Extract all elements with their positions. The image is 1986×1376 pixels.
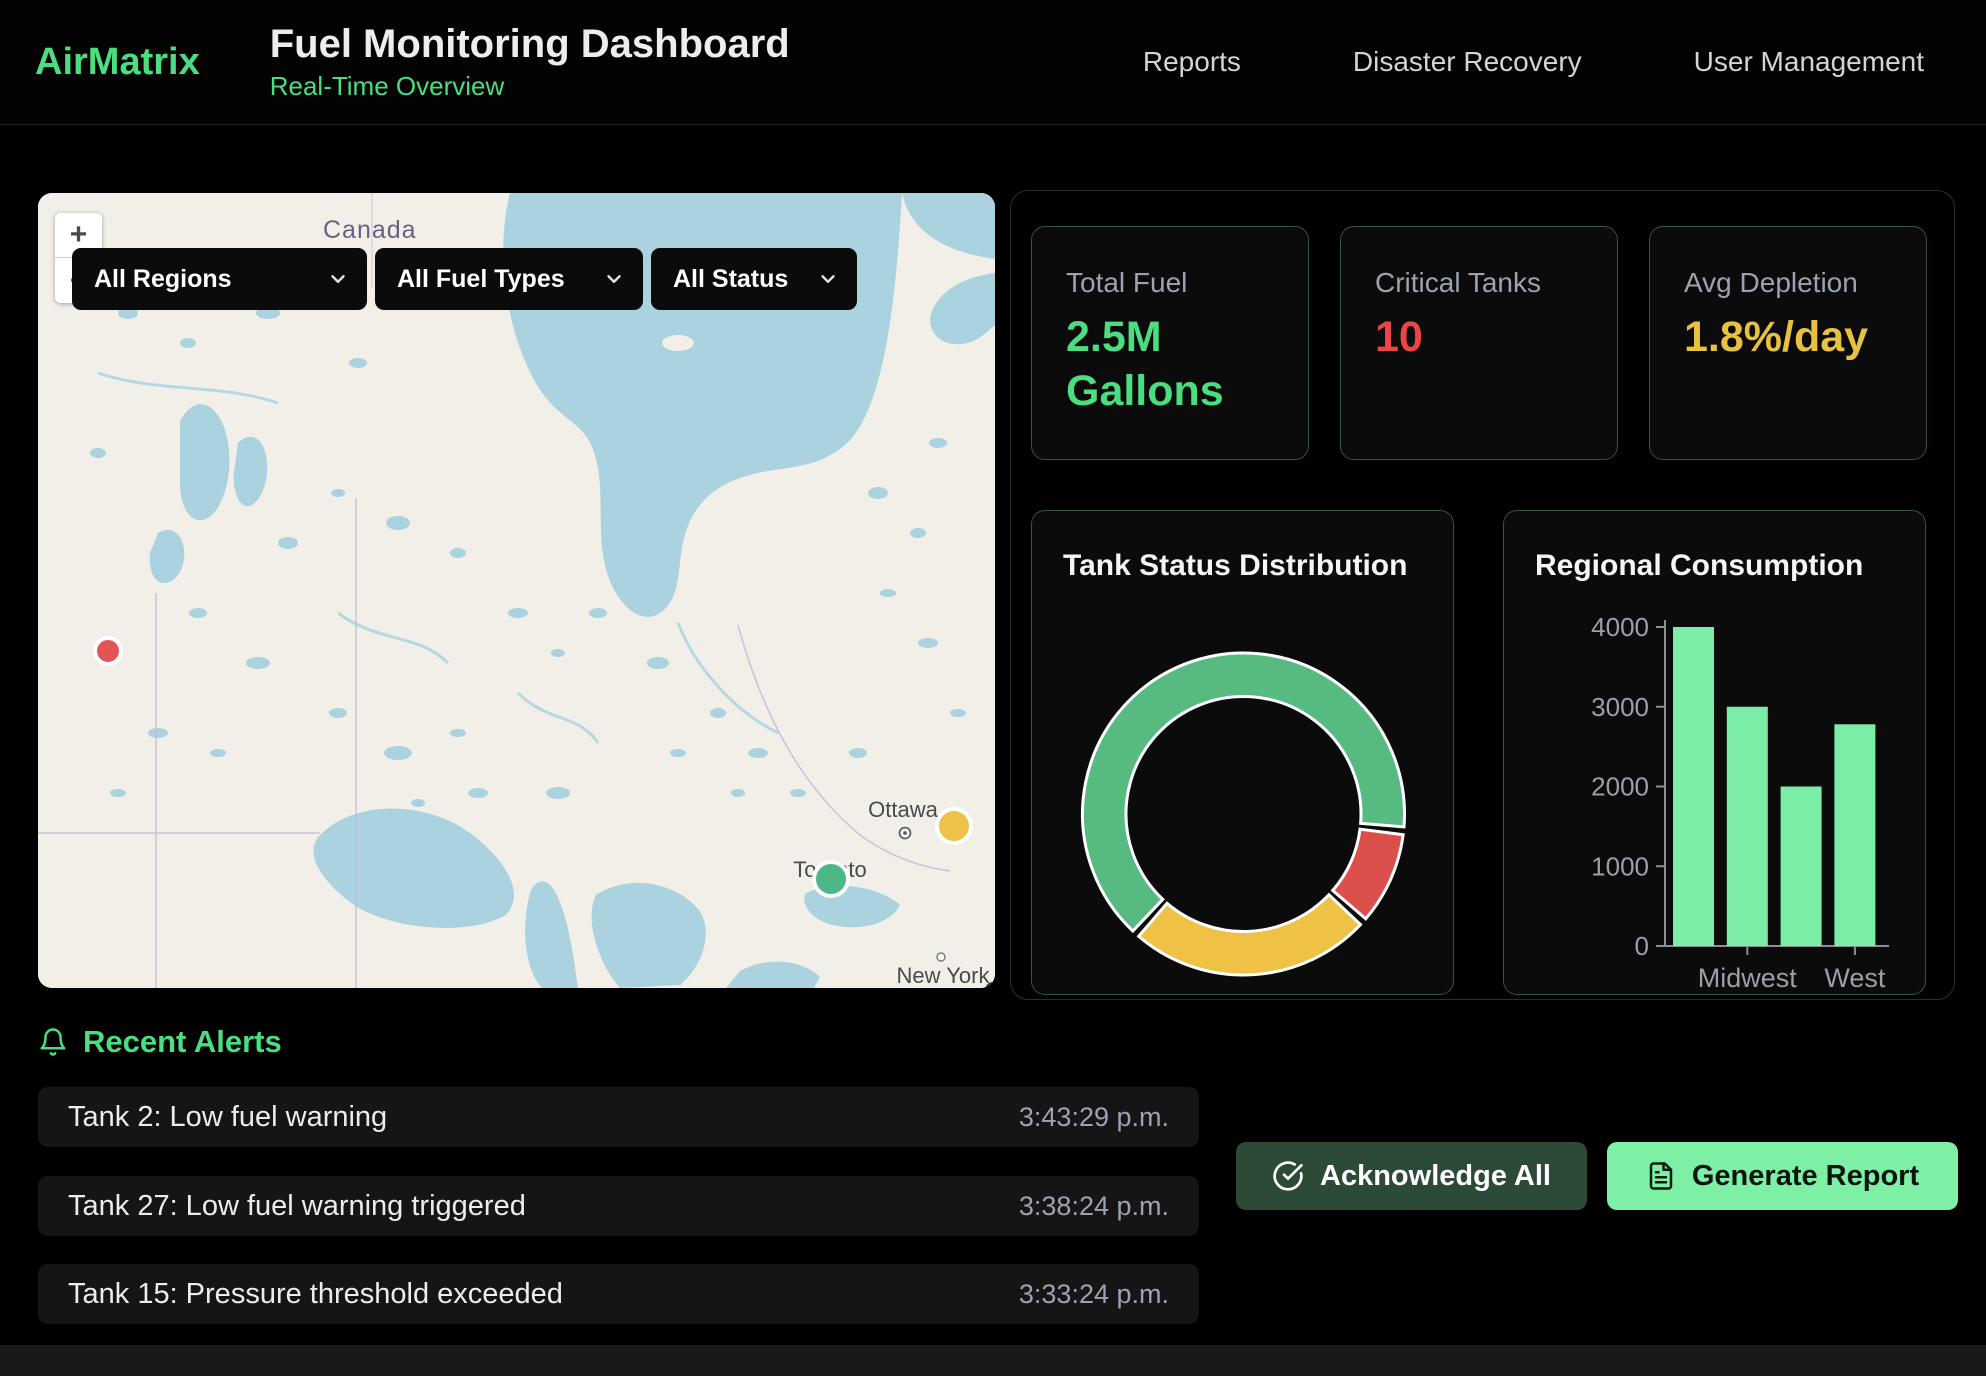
- stats-row: Total Fuel 2.5M Gallons Critical Tanks 1…: [1031, 226, 1927, 460]
- title-block: Fuel Monitoring Dashboard Real-Time Over…: [270, 22, 790, 102]
- main-nav: Reports Disaster Recovery User Managemen…: [1143, 46, 1924, 78]
- page-subtitle: Real-Time Overview: [270, 71, 790, 102]
- regional-consumption-card: 0 1000 2000 3000 4000 Midwest West Regional Co…: [1503, 510, 1926, 995]
- svg-text:4000: 4000: [1591, 612, 1649, 642]
- alert-message: Tank 27: Low fuel warning triggered: [68, 1190, 526, 1223]
- acknowledge-all-button[interactable]: Acknowledge All: [1236, 1142, 1587, 1210]
- alert-row[interactable]: Tank 2: Low fuel warning 3:43:29 p.m.: [38, 1087, 1199, 1147]
- map-label-new-york: New York: [897, 963, 991, 988]
- svg-text:0: 0: [1635, 931, 1649, 961]
- alert-timestamp: 3:43:29 p.m.: [1019, 1102, 1169, 1133]
- fuel-type-filter-select[interactable]: All Fuel Types: [375, 248, 643, 310]
- stat-card-avg-depletion: Avg Depletion 1.8%/day: [1649, 226, 1927, 460]
- map-canvas: Canada Ottawa Toronto New York: [38, 193, 995, 988]
- recent-alerts-title: Recent Alerts: [83, 1024, 282, 1060]
- page-title: Fuel Monitoring Dashboard: [270, 22, 790, 66]
- svg-text:Midwest: Midwest: [1698, 963, 1798, 993]
- stat-card-total-fuel: Total Fuel 2.5M Gallons: [1031, 226, 1309, 460]
- chevron-down-icon: [327, 268, 349, 290]
- stat-label: Critical Tanks: [1375, 267, 1587, 299]
- map-label-canada: Canada: [323, 216, 417, 244]
- nav-item-reports[interactable]: Reports: [1143, 46, 1241, 78]
- chart-title: Tank Status Distribution: [1063, 549, 1407, 583]
- recent-alerts-heading: Recent Alerts: [38, 1024, 282, 1060]
- app-logo: AirMatrix: [35, 41, 200, 84]
- overview-panel: Total Fuel 2.5M Gallons Critical Tanks 1…: [1010, 190, 1955, 1000]
- svg-text:West: West: [1824, 963, 1886, 993]
- chart-title: Regional Consumption: [1535, 549, 1863, 583]
- chevron-down-icon: [603, 268, 625, 290]
- tank-marker-normal[interactable]: [814, 862, 848, 896]
- tank-status-card: Tank Status Distribution: [1031, 510, 1454, 995]
- file-text-icon: [1646, 1161, 1676, 1191]
- svg-text:1000: 1000: [1591, 851, 1649, 881]
- alert-message: Tank 15: Pressure threshold exceeded: [68, 1278, 563, 1311]
- alert-timestamp: 3:38:24 p.m.: [1019, 1191, 1169, 1222]
- svg-text:3000: 3000: [1591, 692, 1649, 722]
- tank-marker-warning[interactable]: [937, 809, 971, 843]
- stat-value: 1.8%/day: [1684, 311, 1824, 365]
- tank-marker-critical[interactable]: [95, 638, 121, 664]
- alert-row[interactable]: Tank 27: Low fuel warning triggered 3:38…: [38, 1176, 1199, 1236]
- map-label-ottawa: Ottawa: [868, 797, 938, 822]
- stat-value: 10: [1375, 311, 1587, 365]
- svg-text:2000: 2000: [1591, 772, 1649, 802]
- stat-card-critical-tanks: Critical Tanks 10: [1340, 226, 1618, 460]
- alert-message: Tank 2: Low fuel warning: [68, 1101, 387, 1134]
- generate-report-button[interactable]: Generate Report: [1607, 1142, 1958, 1210]
- stat-value: 2.5M Gallons: [1066, 311, 1278, 419]
- bottom-bar: [0, 1345, 1986, 1376]
- alert-timestamp: 3:33:24 p.m.: [1019, 1279, 1169, 1310]
- status-filter-select[interactable]: All Status: [651, 248, 857, 310]
- tank-map[interactable]: Canada Ottawa Toronto New York + − All R…: [38, 193, 995, 988]
- check-circle-icon: [1272, 1160, 1304, 1192]
- tank-status-donut: [1032, 511, 1455, 996]
- bell-icon: [38, 1027, 68, 1057]
- newyork-city-icon: [937, 953, 945, 961]
- stat-label: Total Fuel: [1066, 267, 1278, 299]
- map-filters: All Regions All Fuel Types All Status: [72, 248, 857, 310]
- app-header: AirMatrix Fuel Monitoring Dashboard Real…: [0, 0, 1986, 125]
- chevron-down-icon: [817, 268, 839, 290]
- region-filter-select[interactable]: All Regions: [72, 248, 367, 310]
- regional-consumption-chart: 0 1000 2000 3000 4000 Midwest West: [1504, 511, 1927, 996]
- alert-row[interactable]: Tank 15: Pressure threshold exceeded 3:3…: [38, 1264, 1199, 1324]
- nav-item-user-management[interactable]: User Management: [1694, 46, 1924, 78]
- nav-item-disaster-recovery[interactable]: Disaster Recovery: [1353, 46, 1582, 78]
- stat-label: Avg Depletion: [1684, 267, 1896, 299]
